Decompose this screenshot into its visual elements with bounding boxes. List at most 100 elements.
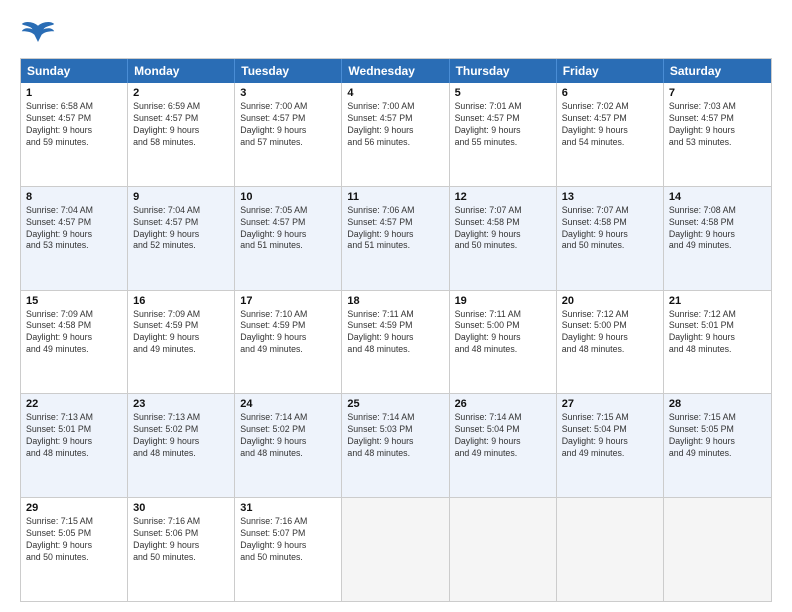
day-cell-23: 23Sunrise: 7:13 AMSunset: 5:02 PMDayligh… bbox=[128, 394, 235, 497]
day-cell-2: 2 Sunrise: 6:59 AMSunset: 4:57 PMDaylight… bbox=[128, 83, 235, 186]
day-details: Sunrise: 7:00 AMSunset: 4:57 PMDaylight:… bbox=[347, 101, 443, 149]
day-cell-9: 9Sunrise: 7:04 AMSunset: 4:57 PMDaylight… bbox=[128, 187, 235, 290]
day-details: Sunrise: 7:14 AMSunset: 5:03 PMDaylight:… bbox=[347, 412, 443, 460]
day-number: 26 bbox=[455, 398, 551, 410]
day-details: Sunrise: 7:04 AMSunset: 4:57 PMDaylight:… bbox=[26, 205, 122, 253]
day-cell-24: 24 Sunrise: 7:14 AMSunset: 5:02 PMDayligh… bbox=[235, 394, 342, 497]
empty-cell bbox=[664, 498, 771, 601]
day-cell-1: 1 Sunrise: 6:58 AMSunset: 4:57 PMDaylight… bbox=[21, 83, 128, 186]
day-details: Sunrise: 7:10 AMSunset: 4:59 PMDaylight:… bbox=[240, 309, 336, 357]
day-details: Sunrise: 7:11 AMSunset: 4:59 PMDaylight:… bbox=[347, 309, 443, 357]
day-number: 2 bbox=[133, 87, 229, 99]
empty-cell bbox=[342, 498, 449, 601]
day-number: 13 bbox=[562, 191, 658, 203]
day-cell-7: 7Sunrise: 7:03 AMSunset: 4:57 PMDaylight… bbox=[664, 83, 771, 186]
weekday-header-friday: Friday bbox=[557, 59, 664, 83]
day-number: 1 bbox=[26, 87, 122, 99]
day-details: Sunrise: 7:15 AMSunset: 5:05 PMDaylight:… bbox=[669, 412, 766, 460]
day-number: 11 bbox=[347, 191, 443, 203]
day-number: 24 bbox=[240, 398, 336, 410]
day-details: Sunrise: 7:16 AMSunset: 5:07 PMDaylight:… bbox=[240, 516, 336, 564]
day-details: Sunrise: 7:16 AMSunset: 5:06 PMDaylight:… bbox=[133, 516, 229, 564]
day-number: 6 bbox=[562, 87, 658, 99]
calendar-header: SundayMondayTuesdayWednesdayThursdayFrid… bbox=[21, 59, 771, 83]
day-number: 3 bbox=[240, 87, 336, 99]
day-cell-27: 27Sunrise: 7:15 AMSunset: 5:04 PMDayligh… bbox=[557, 394, 664, 497]
day-details: Sunrise: 7:09 AMSunset: 4:59 PMDaylight:… bbox=[133, 309, 229, 357]
day-cell-16: 16Sunrise: 7:09 AMSunset: 4:59 PMDayligh… bbox=[128, 291, 235, 394]
day-cell-30: 30 Sunrise: 7:16 AMSunset: 5:06 PMDayligh… bbox=[128, 498, 235, 601]
day-details: Sunrise: 7:15 AMSunset: 5:04 PMDaylight:… bbox=[562, 412, 658, 460]
day-details: Sunrise: 7:14 AMSunset: 5:02 PMDaylight:… bbox=[240, 412, 336, 460]
day-cell-31: 31Sunrise: 7:16 AMSunset: 5:07 PMDayligh… bbox=[235, 498, 342, 601]
calendar-row-3: 15 Sunrise: 7:09 AMSunset: 4:58 PMDayligh… bbox=[21, 290, 771, 394]
day-details: Sunrise: 7:00 AMSunset: 4:57 PMDaylight:… bbox=[240, 101, 336, 149]
day-cell-18: 18 Sunrise: 7:11 AMSunset: 4:59 PMDayligh… bbox=[342, 291, 449, 394]
day-number: 23 bbox=[133, 398, 229, 410]
day-number: 17 bbox=[240, 295, 336, 307]
day-cell-20: 20Sunrise: 7:12 AMSunset: 5:00 PMDayligh… bbox=[557, 291, 664, 394]
day-cell-12: 12Sunrise: 7:07 AMSunset: 4:58 PMDayligh… bbox=[450, 187, 557, 290]
day-details: Sunrise: 7:03 AMSunset: 4:57 PMDaylight:… bbox=[669, 101, 766, 149]
weekday-header-tuesday: Tuesday bbox=[235, 59, 342, 83]
day-cell-3: 3 Sunrise: 7:00 AMSunset: 4:57 PMDaylight… bbox=[235, 83, 342, 186]
empty-cell bbox=[557, 498, 664, 601]
day-details: Sunrise: 7:13 AMSunset: 5:01 PMDaylight:… bbox=[26, 412, 122, 460]
day-details: Sunrise: 7:12 AMSunset: 5:01 PMDaylight:… bbox=[669, 309, 766, 357]
day-details: Sunrise: 7:07 AMSunset: 4:58 PMDaylight:… bbox=[455, 205, 551, 253]
day-details: Sunrise: 7:07 AMSunset: 4:58 PMDaylight:… bbox=[562, 205, 658, 253]
logo bbox=[20, 18, 60, 48]
day-cell-8: 8Sunrise: 7:04 AMSunset: 4:57 PMDaylight… bbox=[21, 187, 128, 290]
day-details: Sunrise: 7:08 AMSunset: 4:58 PMDaylight:… bbox=[669, 205, 766, 253]
day-number: 28 bbox=[669, 398, 766, 410]
calendar-row-2: 8Sunrise: 7:04 AMSunset: 4:57 PMDaylight… bbox=[21, 186, 771, 290]
empty-cell bbox=[450, 498, 557, 601]
day-number: 18 bbox=[347, 295, 443, 307]
day-number: 19 bbox=[455, 295, 551, 307]
day-cell-14: 14 Sunrise: 7:08 AMSunset: 4:58 PMDayligh… bbox=[664, 187, 771, 290]
header bbox=[20, 18, 772, 48]
day-number: 20 bbox=[562, 295, 658, 307]
day-cell-13: 13 Sunrise: 7:07 AMSunset: 4:58 PMDayligh… bbox=[557, 187, 664, 290]
day-details: Sunrise: 7:11 AMSunset: 5:00 PMDaylight:… bbox=[455, 309, 551, 357]
day-details: Sunrise: 7:01 AMSunset: 4:57 PMDaylight:… bbox=[455, 101, 551, 149]
day-details: Sunrise: 6:58 AMSunset: 4:57 PMDaylight:… bbox=[26, 101, 122, 149]
day-number: 22 bbox=[26, 398, 122, 410]
day-cell-21: 21 Sunrise: 7:12 AMSunset: 5:01 PMDayligh… bbox=[664, 291, 771, 394]
day-cell-26: 26Sunrise: 7:14 AMSunset: 5:04 PMDayligh… bbox=[450, 394, 557, 497]
day-cell-10: 10Sunrise: 7:05 AMSunset: 4:57 PMDayligh… bbox=[235, 187, 342, 290]
day-number: 4 bbox=[347, 87, 443, 99]
calendar-row-5: 29 Sunrise: 7:15 AMSunset: 5:05 PMDayligh… bbox=[21, 497, 771, 601]
day-details: Sunrise: 6:59 AMSunset: 4:57 PMDaylight:… bbox=[133, 101, 229, 149]
weekday-header-thursday: Thursday bbox=[450, 59, 557, 83]
day-details: Sunrise: 7:06 AMSunset: 4:57 PMDaylight:… bbox=[347, 205, 443, 253]
day-details: Sunrise: 7:04 AMSunset: 4:57 PMDaylight:… bbox=[133, 205, 229, 253]
day-number: 14 bbox=[669, 191, 766, 203]
day-number: 10 bbox=[240, 191, 336, 203]
weekday-header-wednesday: Wednesday bbox=[342, 59, 449, 83]
weekday-header-sunday: Sunday bbox=[21, 59, 128, 83]
day-cell-25: 25 Sunrise: 7:14 AMSunset: 5:03 PMDayligh… bbox=[342, 394, 449, 497]
day-cell-11: 11 Sunrise: 7:06 AMSunset: 4:57 PMDayligh… bbox=[342, 187, 449, 290]
day-cell-28: 28 Sunrise: 7:15 AMSunset: 5:05 PMDayligh… bbox=[664, 394, 771, 497]
day-number: 30 bbox=[133, 502, 229, 514]
page: SundayMondayTuesdayWednesdayThursdayFrid… bbox=[0, 0, 792, 612]
day-number: 5 bbox=[455, 87, 551, 99]
day-cell-17: 17 Sunrise: 7:10 AMSunset: 4:59 PMDayligh… bbox=[235, 291, 342, 394]
day-details: Sunrise: 7:15 AMSunset: 5:05 PMDaylight:… bbox=[26, 516, 122, 564]
day-details: Sunrise: 7:09 AMSunset: 4:58 PMDaylight:… bbox=[26, 309, 122, 357]
calendar-row-4: 22 Sunrise: 7:13 AMSunset: 5:01 PMDayligh… bbox=[21, 393, 771, 497]
day-cell-29: 29 Sunrise: 7:15 AMSunset: 5:05 PMDayligh… bbox=[21, 498, 128, 601]
day-number: 25 bbox=[347, 398, 443, 410]
calendar-row-1: 1 Sunrise: 6:58 AMSunset: 4:57 PMDaylight… bbox=[21, 83, 771, 186]
day-details: Sunrise: 7:02 AMSunset: 4:57 PMDaylight:… bbox=[562, 101, 658, 149]
calendar: SundayMondayTuesdayWednesdayThursdayFrid… bbox=[20, 58, 772, 602]
day-number: 21 bbox=[669, 295, 766, 307]
day-number: 29 bbox=[26, 502, 122, 514]
day-number: 15 bbox=[26, 295, 122, 307]
day-cell-4: 4 Sunrise: 7:00 AMSunset: 4:57 PMDaylight… bbox=[342, 83, 449, 186]
weekday-header-saturday: Saturday bbox=[664, 59, 771, 83]
weekday-header-monday: Monday bbox=[128, 59, 235, 83]
day-cell-6: 6 Sunrise: 7:02 AMSunset: 4:57 PMDaylight… bbox=[557, 83, 664, 186]
day-cell-15: 15 Sunrise: 7:09 AMSunset: 4:58 PMDayligh… bbox=[21, 291, 128, 394]
